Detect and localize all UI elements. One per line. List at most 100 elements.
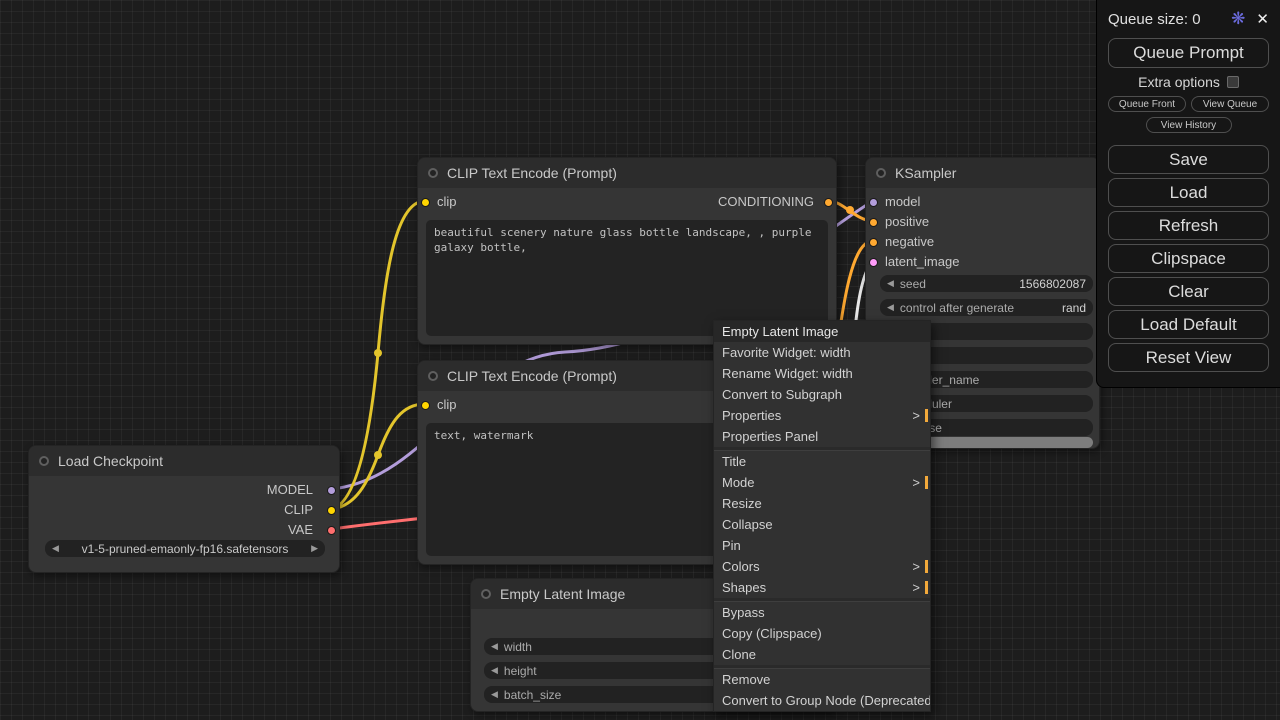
wire-clip-negative[interactable] bbox=[332, 404, 425, 509]
link-dot[interactable] bbox=[846, 206, 854, 214]
menu-item-pin[interactable]: Pin bbox=[714, 535, 930, 556]
menu-item-copy-clipspace[interactable]: Copy (Clipspace) bbox=[714, 623, 930, 644]
decrement-icon[interactable]: ◀ bbox=[491, 689, 498, 700]
input-slot-negative[interactable] bbox=[869, 238, 878, 247]
context-menu-header: Empty Latent Image bbox=[714, 321, 930, 342]
extra-options-checkbox[interactable] bbox=[1227, 76, 1239, 88]
load-default-button[interactable]: Load Default bbox=[1108, 310, 1269, 339]
menu-item-favorite-widget[interactable]: Favorite Widget: width bbox=[714, 342, 930, 363]
decrement-icon[interactable]: ◀ bbox=[887, 302, 894, 313]
combo-prev-icon[interactable]: ◀ bbox=[52, 543, 59, 554]
menu-item-convert-to-group-node[interactable]: Convert to Group Node (Deprecated) bbox=[714, 690, 930, 711]
menu-item-remove[interactable]: Remove bbox=[714, 669, 930, 690]
menu-item-bypass[interactable]: Bypass bbox=[714, 602, 930, 623]
link-dot[interactable] bbox=[374, 451, 382, 459]
graph-canvas[interactable]: Load Checkpoint MODEL CLIP VAE ◀ v1-5-pr… bbox=[0, 0, 1280, 720]
submenu-arrow-icon: > bbox=[912, 405, 920, 426]
link-dot[interactable] bbox=[374, 349, 382, 357]
menu-item-resize[interactable]: Resize bbox=[714, 493, 930, 514]
node-title-bar[interactable]: KSampler bbox=[866, 158, 1099, 188]
clipspace-button[interactable]: Clipspace bbox=[1108, 244, 1269, 273]
close-icon[interactable]: ✕ bbox=[1256, 10, 1269, 28]
output-slot-vae[interactable] bbox=[327, 526, 336, 535]
submenu-arrow-icon: > bbox=[912, 472, 920, 493]
combo-next-icon[interactable]: ▶ bbox=[311, 543, 318, 554]
node-title: Load Checkpoint bbox=[58, 453, 163, 469]
queue-prompt-button[interactable]: Queue Prompt bbox=[1108, 38, 1269, 68]
view-queue-button[interactable]: View Queue bbox=[1191, 96, 1269, 112]
ckpt-name-value: v1-5-pruned-emaonly-fp16.safetensors bbox=[65, 542, 305, 556]
decrement-icon[interactable]: ◀ bbox=[491, 641, 498, 652]
menu-item-collapse[interactable]: Collapse bbox=[714, 514, 930, 535]
load-button[interactable]: Load bbox=[1108, 178, 1269, 207]
widget-value: 1566802087 bbox=[1019, 277, 1086, 291]
widget-label: control after generate bbox=[900, 301, 1014, 315]
node-title-bar[interactable]: CLIP Text Encode (Prompt) bbox=[418, 158, 836, 188]
collapse-dot[interactable] bbox=[428, 168, 438, 178]
output-slot-model[interactable] bbox=[327, 486, 336, 495]
node-title: CLIP Text Encode (Prompt) bbox=[447, 368, 617, 384]
input-slot-model[interactable] bbox=[869, 198, 878, 207]
node-title: Empty Latent Image bbox=[500, 586, 625, 602]
input-label-positive: positive bbox=[885, 214, 929, 230]
menu-item-convert-to-subgraph[interactable]: Convert to Subgraph bbox=[714, 384, 930, 405]
input-label-clip: clip bbox=[437, 397, 457, 413]
decrement-icon[interactable]: ◀ bbox=[491, 665, 498, 676]
view-history-button[interactable]: View History bbox=[1146, 117, 1232, 133]
input-slot-positive[interactable] bbox=[869, 218, 878, 227]
ckpt-name-combo[interactable]: ◀ v1-5-pruned-emaonly-fp16.safetensors ▶ bbox=[45, 540, 325, 557]
node-clip-text-encode-positive[interactable]: CLIP Text Encode (Prompt) clip CONDITION… bbox=[417, 157, 837, 345]
reset-view-button[interactable]: Reset View bbox=[1108, 343, 1269, 372]
node-title-bar[interactable]: Load Checkpoint bbox=[29, 446, 339, 476]
input-label-clip: clip bbox=[437, 194, 457, 210]
refresh-button[interactable]: Refresh bbox=[1108, 211, 1269, 240]
submenu-marker bbox=[925, 476, 928, 489]
widget-label: batch_size bbox=[504, 688, 561, 702]
output-label-clip: CLIP bbox=[284, 502, 313, 518]
input-slot-latent-image[interactable] bbox=[869, 258, 878, 267]
widget-control-after-generate[interactable]: ◀ control after generate rand bbox=[880, 299, 1093, 316]
collapse-dot[interactable] bbox=[876, 168, 886, 178]
submenu-marker bbox=[925, 409, 928, 422]
node-title: CLIP Text Encode (Prompt) bbox=[447, 165, 617, 181]
submenu-arrow-icon: > bbox=[912, 577, 920, 598]
collapse-dot[interactable] bbox=[428, 371, 438, 381]
prompt-textarea-positive[interactable]: beautiful scenery nature glass bottle la… bbox=[426, 220, 828, 336]
queue-front-button[interactable]: Queue Front bbox=[1108, 96, 1186, 112]
output-slot-clip[interactable] bbox=[327, 506, 336, 515]
output-label-vae: VAE bbox=[288, 522, 313, 538]
input-label-model: model bbox=[885, 194, 920, 210]
submenu-marker bbox=[925, 581, 928, 594]
input-label-latent-image: latent_image bbox=[885, 254, 959, 270]
settings-icon[interactable]: ❋ bbox=[1231, 9, 1245, 29]
output-label-model: MODEL bbox=[267, 482, 313, 498]
menu-item-properties-panel[interactable]: Properties Panel bbox=[714, 426, 930, 447]
comfy-menu-panel: Queue size: 0 ❋ ✕ Queue Prompt Extra opt… bbox=[1096, 0, 1280, 388]
menu-item-mode[interactable]: Mode> bbox=[714, 472, 930, 493]
save-button[interactable]: Save bbox=[1108, 145, 1269, 174]
widget-value: rand bbox=[1062, 301, 1086, 315]
submenu-marker bbox=[925, 560, 928, 573]
menu-item-properties[interactable]: Properties> bbox=[714, 405, 930, 426]
submenu-arrow-icon: > bbox=[912, 556, 920, 577]
decrement-icon[interactable]: ◀ bbox=[887, 278, 894, 289]
menu-item-shapes[interactable]: Shapes> bbox=[714, 577, 930, 598]
input-slot-clip[interactable] bbox=[421, 401, 430, 410]
input-label-negative: negative bbox=[885, 234, 934, 250]
output-label-conditioning: CONDITIONING bbox=[718, 194, 814, 210]
menu-item-clone[interactable]: Clone bbox=[714, 644, 930, 665]
node-load-checkpoint[interactable]: Load Checkpoint MODEL CLIP VAE ◀ v1-5-pr… bbox=[28, 445, 340, 573]
output-slot-conditioning[interactable] bbox=[824, 198, 833, 207]
input-slot-clip[interactable] bbox=[421, 198, 430, 207]
widget-label: width bbox=[504, 640, 532, 654]
widget-label: height bbox=[504, 664, 537, 678]
menu-item-rename-widget[interactable]: Rename Widget: width bbox=[714, 363, 930, 384]
collapse-dot[interactable] bbox=[481, 589, 491, 599]
widget-seed[interactable]: ◀ seed 1566802087 bbox=[880, 275, 1093, 292]
clear-button[interactable]: Clear bbox=[1108, 277, 1269, 306]
menu-item-title[interactable]: Title bbox=[714, 451, 930, 472]
node-title: KSampler bbox=[895, 165, 956, 181]
collapse-dot[interactable] bbox=[39, 456, 49, 466]
menu-item-colors[interactable]: Colors> bbox=[714, 556, 930, 577]
wire-clip-positive[interactable] bbox=[332, 201, 425, 509]
